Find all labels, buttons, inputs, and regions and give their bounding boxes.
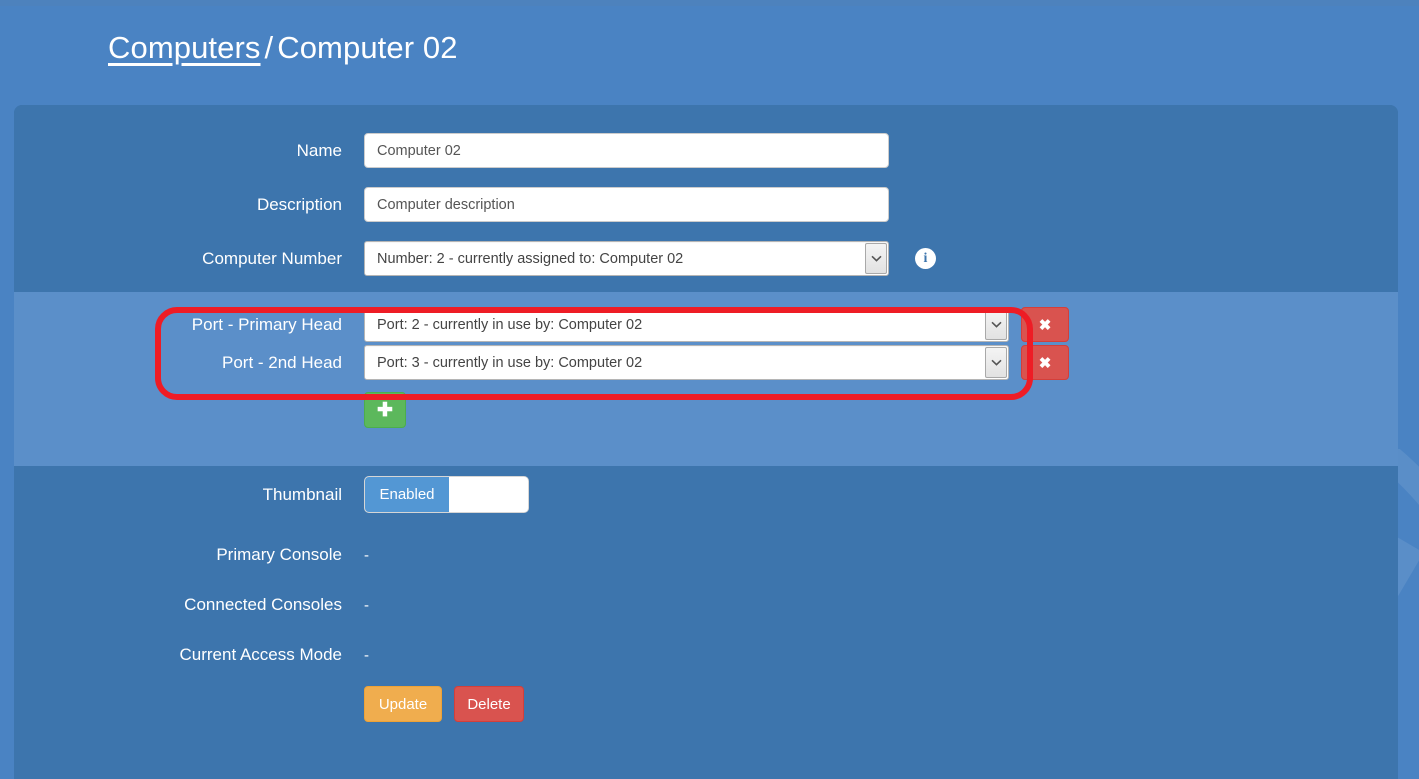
thumbnail-label: Thumbnail — [262, 484, 342, 504]
add-port-field-wrap: ✚ — [364, 392, 406, 428]
add-port-button[interactable]: ✚ — [364, 392, 406, 428]
connected-consoles-label: Connected Consoles — [184, 595, 342, 614]
current-access-mode-field-wrap: - — [364, 648, 369, 663]
row-thumbnail: Thumbnail Enabled — [14, 476, 1398, 513]
name-label: Name — [296, 140, 342, 160]
row-connected-consoles: Connected Consoles - — [14, 595, 1398, 615]
breadcrumb-current-page: Computer 02 — [277, 30, 458, 65]
current-access-mode-value: - — [364, 646, 369, 664]
row-primary-console: Primary Console - — [14, 545, 1398, 565]
chevron-down-icon[interactable] — [865, 243, 887, 274]
remove-port-primary-head-button[interactable]: ✖ — [1021, 307, 1069, 342]
connected-consoles-field-wrap: - — [364, 598, 369, 613]
port-primary-head-select[interactable]: Port: 2 - currently in use by: Computer … — [364, 307, 1009, 342]
primary-console-field-wrap: - — [364, 548, 369, 563]
thumbnail-field-wrap: Enabled — [364, 476, 529, 513]
computer-number-select[interactable]: Number: 2 - currently assigned to: Compu… — [364, 241, 889, 276]
thumbnail-toggle[interactable]: Enabled — [364, 476, 529, 513]
breadcrumb: Computers / Computer 02 — [108, 30, 458, 66]
computer-number-selected-value: Number: 2 - currently assigned to: Compu… — [377, 250, 684, 267]
row-description: Description — [14, 187, 1398, 222]
port-2nd-head-field-wrap: Port: 3 - currently in use by: Computer … — [364, 345, 1069, 380]
name-input[interactable] — [364, 133, 889, 168]
computer-number-field-wrap: Number: 2 - currently assigned to: Compu… — [364, 241, 936, 276]
row-current-access-mode: Current Access Mode - — [14, 645, 1398, 665]
row-name: Name — [14, 133, 1398, 168]
info-icon[interactable]: i — [915, 248, 936, 269]
description-input[interactable] — [364, 187, 889, 222]
row-actions: Update Delete — [14, 686, 1398, 722]
row-port-primary-head: Port - Primary Head Port: 2 - currently … — [14, 307, 1398, 342]
breadcrumb-separator: / — [264, 30, 274, 65]
update-button[interactable]: Update — [364, 686, 442, 722]
current-access-mode-label: Current Access Mode — [179, 645, 342, 664]
connected-consoles-value: - — [364, 596, 369, 614]
description-field-wrap — [364, 187, 889, 222]
status-section: Thumbnail Enabled Primary Console - Conn… — [14, 466, 1398, 779]
delete-button[interactable]: Delete — [454, 686, 524, 722]
breadcrumb-link-computers[interactable]: Computers — [108, 30, 261, 65]
description-label: Description — [256, 194, 342, 214]
actions-field-wrap: Update Delete — [364, 686, 524, 722]
chevron-down-icon[interactable] — [985, 309, 1007, 340]
row-add-port: ✚ — [14, 392, 1398, 428]
chevron-down-icon[interactable] — [985, 347, 1007, 378]
thumbnail-toggle-on-label: Enabled — [365, 477, 449, 512]
port-2nd-head-label: Port - 2nd Head — [221, 352, 342, 372]
port-primary-head-selected-value: Port: 2 - currently in use by: Computer … — [377, 316, 643, 333]
primary-console-label: Primary Console — [216, 545, 342, 564]
remove-port-2nd-head-button[interactable]: ✖ — [1021, 345, 1069, 380]
port-primary-head-field-wrap: Port: 2 - currently in use by: Computer … — [364, 307, 1069, 342]
name-field-wrap — [364, 133, 889, 168]
primary-console-value: - — [364, 546, 369, 564]
port-primary-head-label: Port - Primary Head — [191, 314, 342, 334]
port-2nd-head-select[interactable]: Port: 3 - currently in use by: Computer … — [364, 345, 1009, 380]
general-section: Name Description Computer Number Number:… — [14, 105, 1398, 292]
top-strip — [0, 0, 1419, 6]
computer-detail-panel: Name Description Computer Number Number:… — [14, 105, 1398, 779]
row-port-2nd-head: Port - 2nd Head Port: 3 - currently in u… — [14, 345, 1398, 380]
thumbnail-toggle-off-area[interactable] — [449, 477, 528, 512]
computer-number-label: Computer Number — [202, 248, 342, 268]
ports-section: Port - Primary Head Port: 2 - currently … — [14, 292, 1398, 466]
row-computer-number: Computer Number Number: 2 - currently as… — [14, 241, 1398, 276]
port-2nd-head-selected-value: Port: 3 - currently in use by: Computer … — [377, 354, 643, 371]
